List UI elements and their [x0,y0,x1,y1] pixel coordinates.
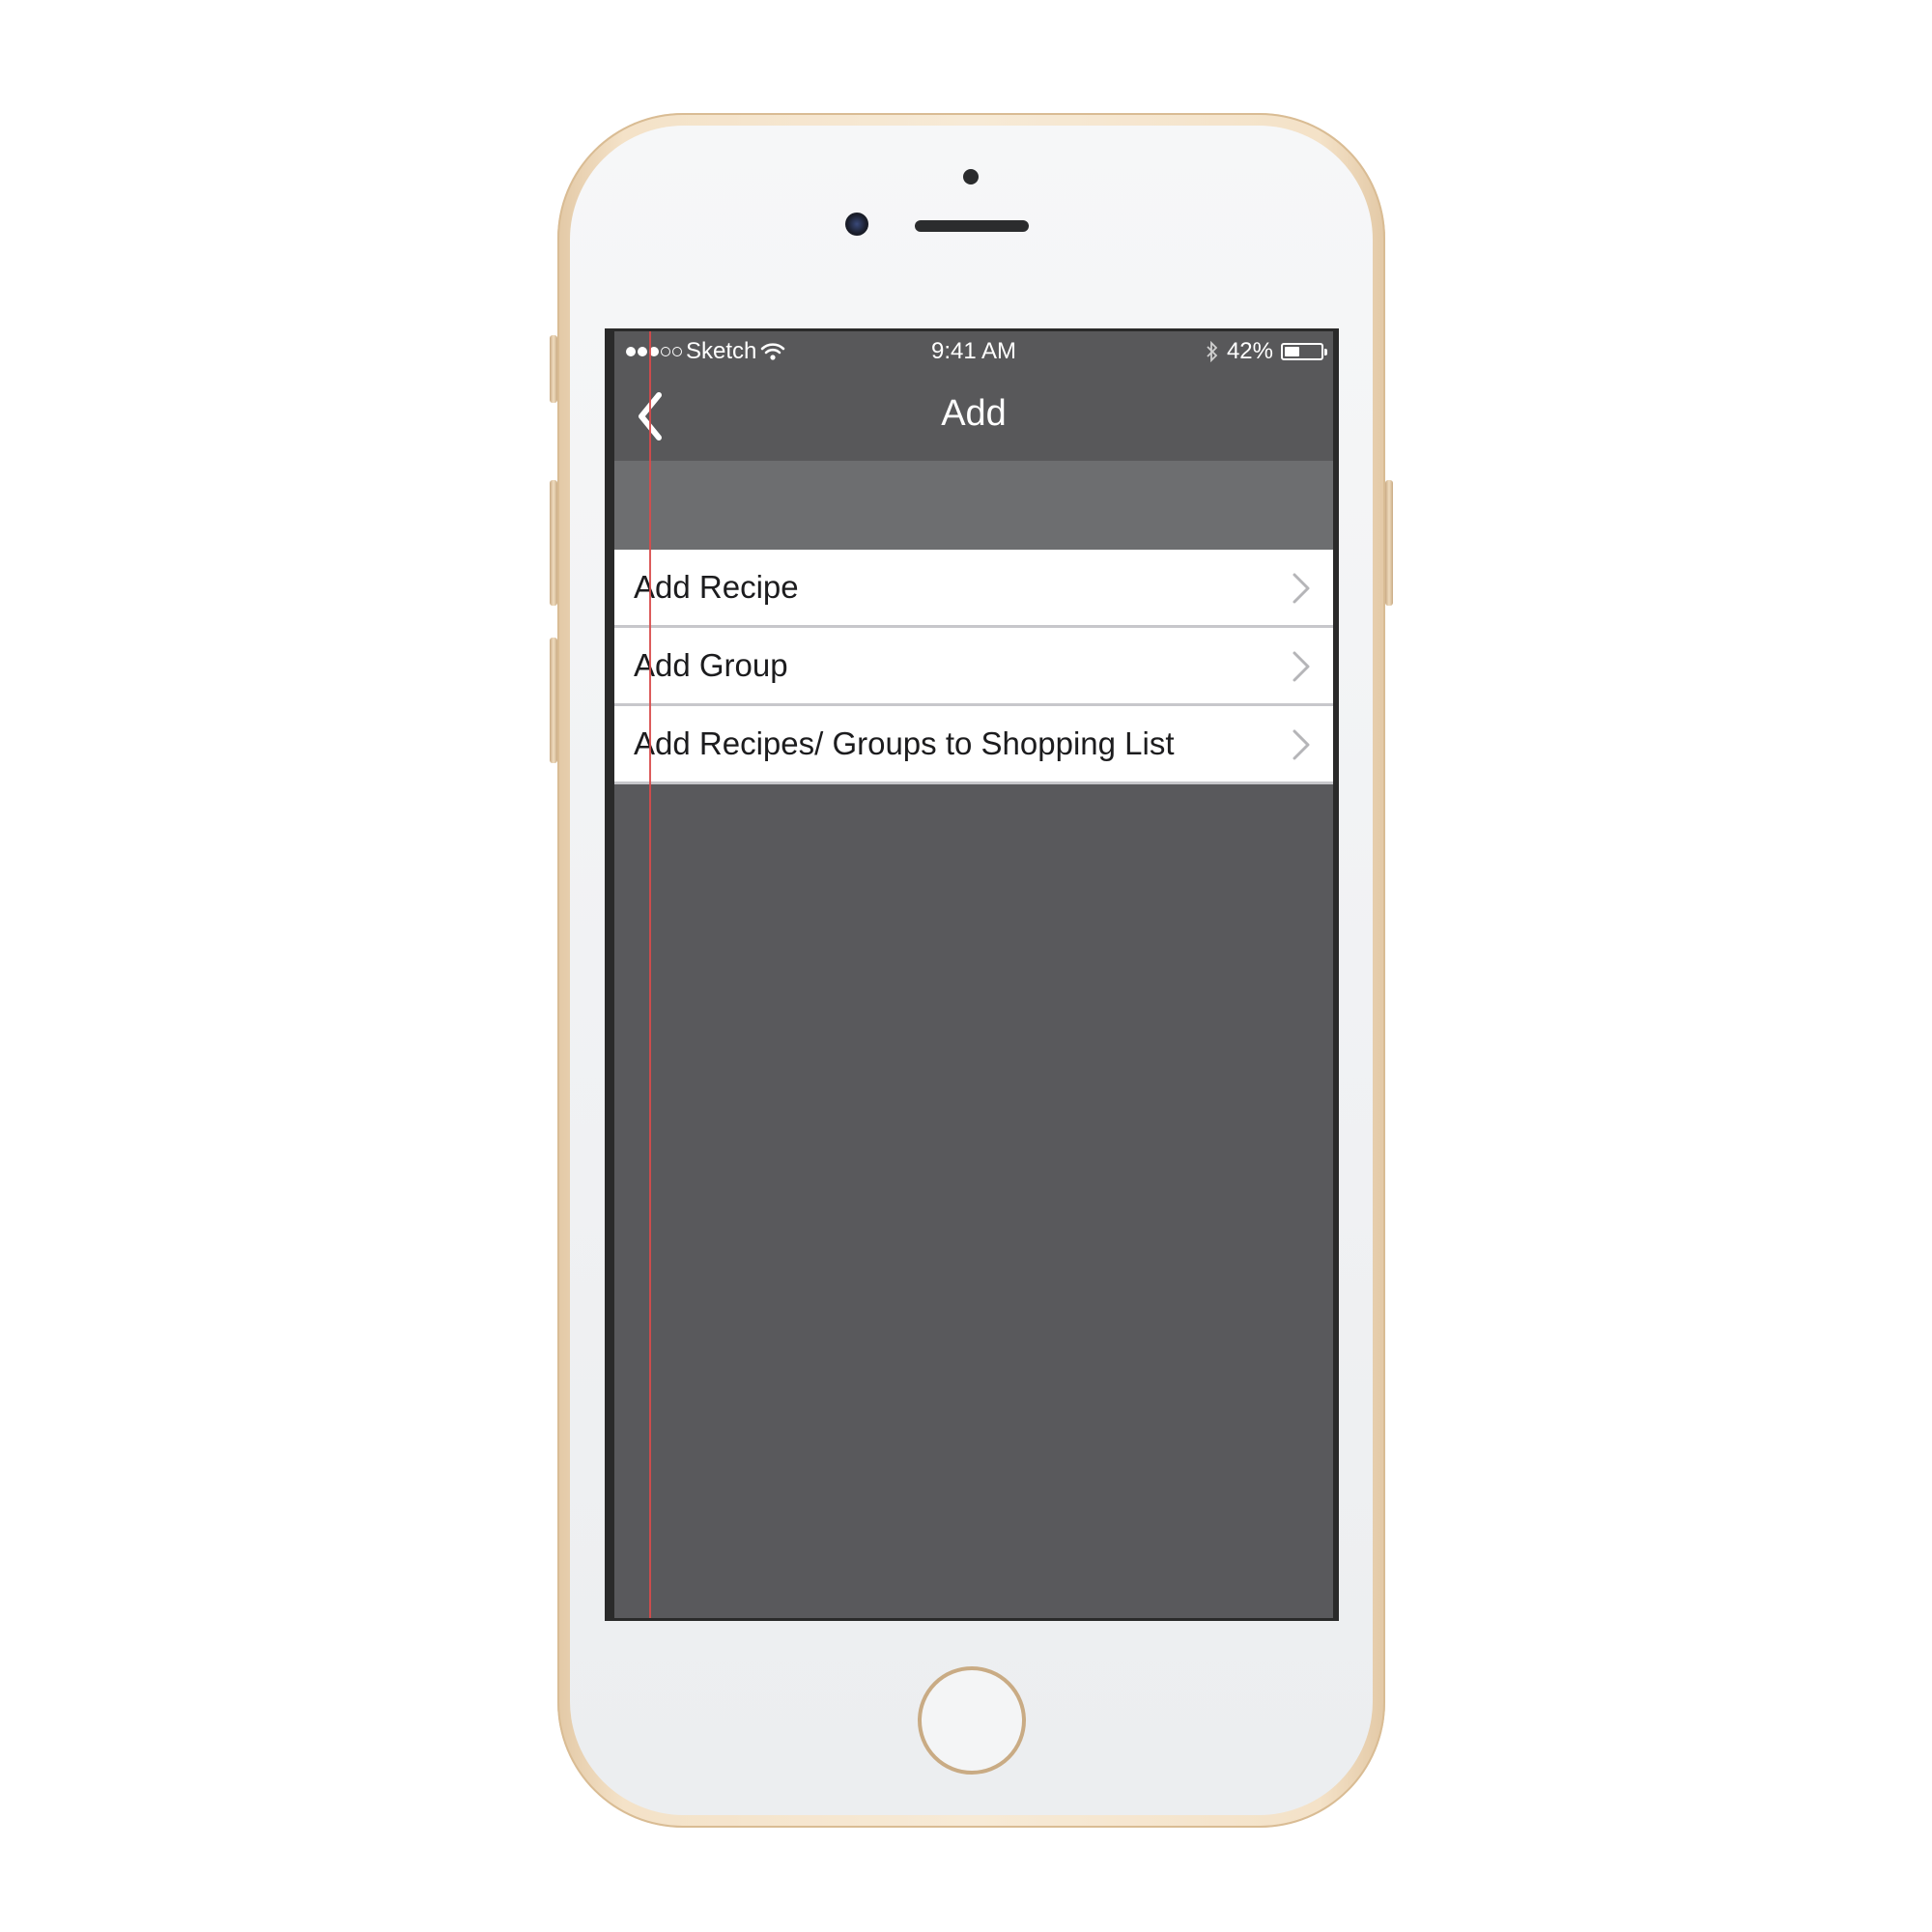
navigation-bar: Add [614,374,1333,461]
status-bar: Sketch 9:41 AM 42% [614,331,1333,374]
side-button-volume-down [550,638,557,763]
side-button-power [1385,480,1393,606]
side-button-volume-up [550,480,557,606]
status-right: 42% [1206,338,1327,365]
menu-item-add-recipe[interactable]: Add Recipe [614,550,1333,628]
battery-percent: 42% [1226,338,1273,364]
chevron-right-icon [1293,729,1310,760]
proximity-sensor [963,169,979,185]
layout-guide-line [649,331,651,1618]
chevron-right-icon [1293,573,1310,604]
menu-item-label: Add Group [634,647,788,683]
menu-item-label: Add Recipes/ Groups to Shopping List [634,725,1175,761]
menu-item-add-to-shopping-list[interactable]: Add Recipes/ Groups to Shopping List [614,706,1333,784]
front-camera-icon [845,213,868,236]
side-button-mute [550,335,557,403]
page-title: Add [941,393,1007,434]
menu-item-label: Add Recipe [634,569,799,605]
bluetooth-icon [1207,341,1218,362]
chevron-right-icon [1293,651,1310,682]
menu-item-add-group[interactable]: Add Group [614,628,1333,706]
home-button[interactable] [918,1666,1026,1775]
phone-screen: Sketch 9:41 AM 42% Add Add Recipe Add Gr… [605,328,1339,1621]
header-band [614,461,1333,550]
battery-icon [1281,343,1327,360]
battery-level-fill [1285,347,1300,356]
earpiece-speaker [915,220,1029,232]
menu-list: Add Recipe Add Group Add Recipes/ Groups… [614,550,1333,784]
